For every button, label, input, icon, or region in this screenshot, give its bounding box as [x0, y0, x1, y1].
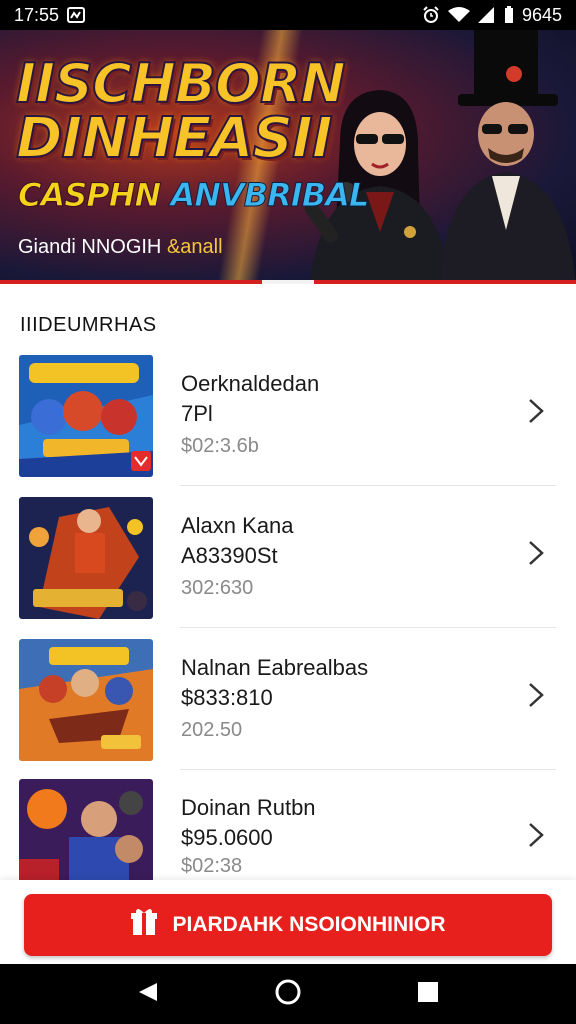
gift-icon	[130, 907, 158, 943]
banner-tagline-a: Giandi NNOGIH	[18, 236, 162, 258]
primary-action-button[interactable]: PIARDAHK NSOIONHINIOR	[24, 894, 552, 956]
banner-subtitle-a: CASPHN	[17, 176, 161, 215]
banner-subtitle-b: ANVBRIBAL	[170, 176, 370, 215]
game-thumbnail[interactable]	[19, 355, 153, 477]
item-price: 302:630	[181, 577, 254, 599]
list-item[interactable]: Alaxn Kana A83390St 302:630	[0, 497, 576, 637]
chevron-right-icon[interactable]	[522, 539, 548, 567]
list-item[interactable]: Oerknaldedan 7Pl $02:3.6b	[0, 355, 576, 495]
list-divider	[180, 627, 556, 628]
banner-tagline-b: &anall	[166, 236, 223, 258]
wifi-icon	[447, 7, 470, 23]
back-icon[interactable]	[137, 981, 159, 1008]
chevron-right-icon[interactable]	[522, 397, 548, 425]
chevron-right-icon[interactable]	[522, 821, 548, 849]
list-divider	[180, 769, 556, 770]
item-price: 202.50	[181, 719, 243, 741]
navigation-bar	[0, 964, 576, 1024]
game-thumbnail[interactable]	[19, 497, 153, 619]
item-title: Doinan Rutbn	[181, 795, 316, 820]
list-item[interactable]: Nalnan Eabrealbas $833:810 202.50	[0, 639, 576, 779]
game-thumbnail[interactable]	[19, 639, 153, 761]
section-title: IIIDEUMRHAS	[20, 314, 157, 336]
alarm-icon	[422, 6, 440, 24]
battery-level: 9645	[521, 4, 562, 25]
item-subtitle: A83390St	[181, 543, 278, 568]
status-time: 17:55	[14, 4, 60, 25]
item-title: Nalnan Eabrealbas	[181, 655, 369, 680]
home-icon[interactable]	[274, 978, 302, 1011]
item-subtitle: 7Pl	[181, 401, 213, 426]
recents-icon[interactable]	[417, 981, 439, 1008]
banner-subtitle: CASPHN ANVBRIBAL	[17, 176, 370, 215]
primary-action-label: PIARDAHK NSOIONHINIOR	[172, 913, 446, 936]
cta-container: PIARDAHK NSOIONHINIOR	[0, 880, 576, 964]
item-title: Oerknaldedan	[181, 371, 320, 396]
list-divider	[180, 485, 556, 486]
battery-icon	[504, 6, 514, 24]
item-subtitle: $95.0600	[181, 825, 273, 850]
item-price: $02:38	[181, 855, 243, 877]
chevron-right-icon[interactable]	[522, 681, 548, 709]
item-subtitle: $833:810	[181, 685, 273, 710]
carousel-indicator[interactable]	[262, 280, 314, 284]
promo-banner[interactable]: IISCHBORN DINHEASII CASPHN ANVBRIBAL Gia…	[0, 30, 576, 284]
item-price: $02:3.6b	[181, 435, 259, 457]
banner-man-figure	[440, 30, 576, 284]
banner-title-line2: DINHEASII	[15, 105, 334, 172]
status-bar: 17:55 9645	[0, 0, 576, 30]
signal-icon	[477, 7, 496, 23]
banner-tagline: Giandi NNOGIH &anall	[18, 236, 223, 259]
item-title: Alaxn Kana	[181, 513, 294, 538]
notification-icon	[67, 7, 86, 23]
